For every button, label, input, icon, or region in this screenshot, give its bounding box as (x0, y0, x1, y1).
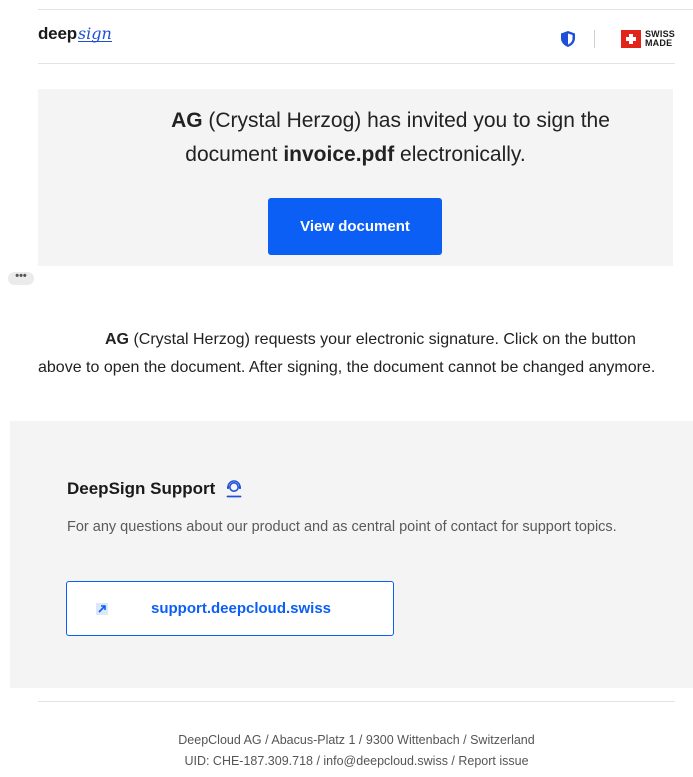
deepsign-logo: deep sign (38, 24, 112, 48)
invitation-line-2: document invoice.pdf electronically. (185, 143, 525, 166)
external-link-arrow-icon (96, 602, 108, 615)
invitation-panel: AG (Crystal Herzog) has invited you to s… (38, 89, 673, 266)
footer-contact: UID: CHE-187.309.718 / info@deepcloud.sw… (184, 754, 529, 768)
request-body: (Crystal Herzog) requests your electroni… (38, 331, 656, 376)
logo-text-deep: deep (38, 24, 77, 43)
logo-text-sign: sign (77, 24, 112, 43)
support-agent-icon (226, 480, 242, 498)
view-document-button[interactable]: View document (268, 198, 442, 255)
shield-icon (561, 31, 575, 47)
swiss-made-badge: SWISS MADE (620, 30, 675, 48)
invitation-sender-rest: (Crystal Herzog) has invited you to sign… (202, 109, 610, 132)
footer-address: DeepCloud AG / Abacus-Platz 1 / 9300 Wit… (178, 733, 535, 747)
top-divider (38, 9, 693, 10)
invitation-line-1: AG (Crystal Herzog) has invited you to s… (38, 104, 673, 138)
request-sender: AG (105, 331, 129, 348)
invitation-doc-suffix: electronically. (394, 143, 526, 166)
header-divider (38, 63, 675, 64)
swiss-flag-icon (620, 30, 641, 48)
invitation-sender: AG (171, 109, 203, 132)
support-heading: DeepSign Support (67, 479, 243, 499)
support-link-button[interactable]: support.deepcloud.swiss (66, 581, 394, 636)
footer: DeepCloud AG / Abacus-Platz 1 / 9300 Wit… (0, 730, 693, 772)
email-page: deep sign SWISS MADE AG (Crystal Herzog)… (0, 0, 693, 777)
support-description: For any questions about our product and … (67, 519, 617, 535)
email-header: deep sign SWISS MADE (38, 20, 675, 60)
invitation-message: AG (Crystal Herzog) has invited you to s… (38, 104, 673, 172)
swiss-made-text: SWISS MADE (645, 30, 675, 48)
support-link-label[interactable]: support.deepcloud.swiss (151, 600, 331, 617)
document-name: invoice.pdf (283, 143, 395, 166)
footer-divider (38, 701, 675, 702)
support-panel: DeepSign Support For any questions about… (10, 421, 693, 688)
signature-request-text: AG (Crystal Herzog) requests your electr… (38, 326, 678, 382)
support-title-text: DeepSign Support (67, 479, 216, 498)
show-trimmed-content-button[interactable]: ••• (8, 271, 34, 285)
header-separator (594, 30, 595, 48)
invitation-doc-prefix: document (185, 143, 284, 166)
swiss-made-line2: MADE (644, 38, 673, 48)
